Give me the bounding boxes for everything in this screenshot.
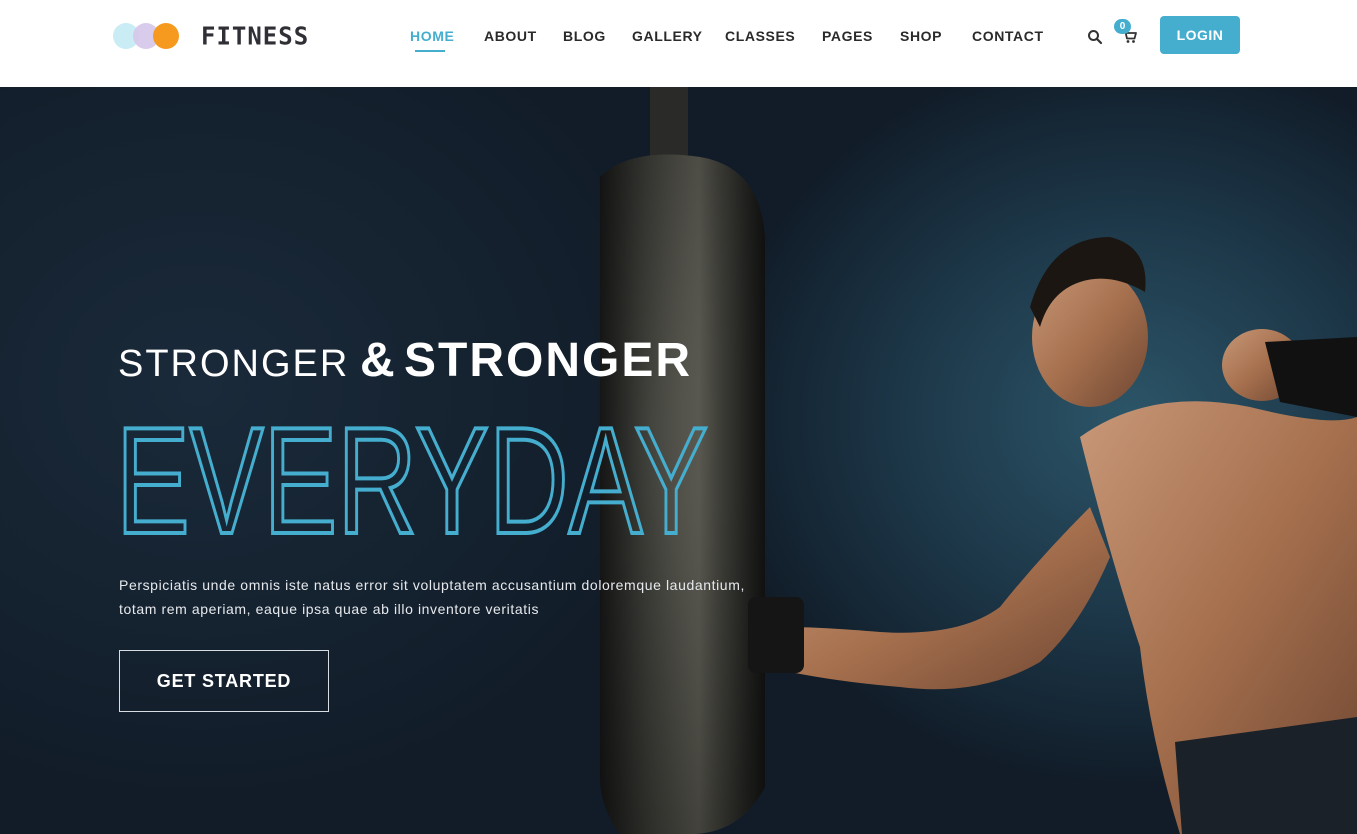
hero-headline-accent-text: EVERYDAY (116, 405, 708, 545)
logo-text: FITNESS (201, 21, 310, 51)
cart-count-badge: 0 (1114, 19, 1131, 34)
hero-headline-small: STRONGER (118, 343, 350, 385)
nav-item-shop[interactable]: SHOP (900, 28, 942, 44)
hero-headline-accent: EVERYDAY (114, 405, 710, 545)
search-icon[interactable] (1087, 29, 1103, 45)
logo-dot (153, 23, 179, 49)
hero-description-line: totam rem aperiam, eaque ipsa quae ab il… (119, 601, 540, 617)
nav-item-pages[interactable]: PAGES (822, 28, 873, 44)
site-header: FITNESS HOME ABOUT BLOG GALLERY CLASSES … (0, 0, 1357, 87)
nav-item-contact[interactable]: CONTACT (972, 28, 1044, 44)
active-nav-indicator (415, 50, 445, 52)
nav-item-blog[interactable]: BLOG (563, 28, 606, 44)
hero-section: STRONGER & STRONGER EVERYDAY Perspiciati… (0, 87, 1357, 834)
get-started-button[interactable]: GET STARTED (119, 650, 329, 712)
login-button[interactable]: LOGIN (1160, 16, 1240, 54)
nav-item-about[interactable]: ABOUT (484, 28, 537, 44)
hero-description: Perspiciatis unde omnis iste natus error… (119, 573, 819, 621)
hero-headline-ampersand: & (360, 334, 396, 387)
logo[interactable]: FITNESS (113, 21, 310, 51)
nav-item-home[interactable]: HOME (410, 28, 454, 44)
hero-description-line: Perspiciatis unde omnis iste natus error… (119, 577, 745, 593)
nav-item-classes[interactable]: CLASSES (725, 28, 795, 44)
logo-mark-icon (113, 22, 181, 50)
hero-headline-large: STRONGER (404, 334, 693, 387)
nav-item-gallery[interactable]: GALLERY (632, 28, 703, 44)
